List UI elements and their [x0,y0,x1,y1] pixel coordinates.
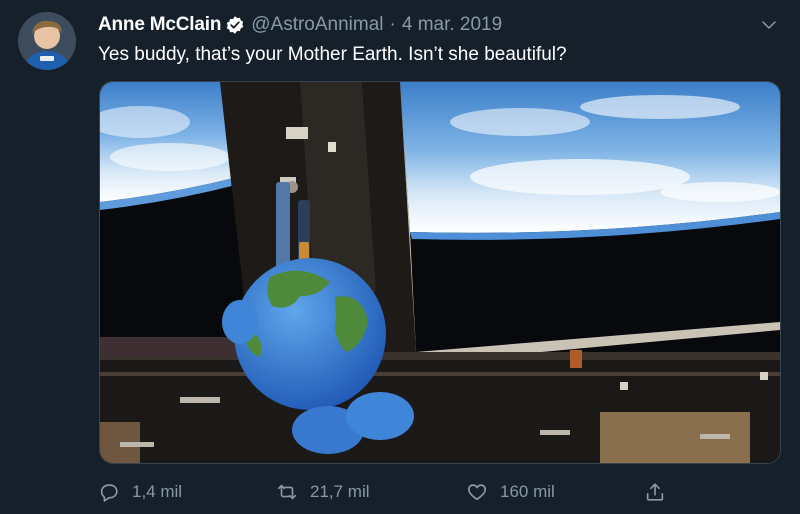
author-name[interactable]: Anne McClain [98,14,221,36]
retweet-count: 21,7 mil [310,482,370,501]
like-button[interactable]: 160 mil [466,478,555,506]
like-count: 160 mil [500,482,555,501]
avatar-image [18,12,76,70]
retweet-button[interactable]: 21,7 mil [276,478,370,506]
share-icon [646,483,664,501]
verified-badge-icon [225,15,245,35]
tweet-text: Yes buddy, that’s your Mother Earth. Isn… [98,44,567,65]
tweet-date[interactable]: 4 mar. 2019 [402,14,502,36]
tweet-card[interactable]: Anne McClain @AstroAnnimal · 4 mar. 2019… [0,0,800,514]
chevron-down-icon[interactable] [760,16,778,34]
avatar[interactable] [18,12,76,70]
tweet-actions: 1,4 mil 21,7 mil 160 mil [98,478,678,506]
reply-count: 1,4 mil [132,482,183,501]
heart-icon [467,484,487,501]
tweet-header: Anne McClain @AstroAnnimal · 4 mar. 2019 [98,13,502,37]
tweet-photo[interactable] [99,81,781,464]
share-button[interactable] [644,478,678,506]
photo-earth-plush-in-cupola [100,82,780,463]
header-separator: · [389,14,396,35]
reply-icon [100,484,118,502]
reply-button[interactable]: 1,4 mil [98,478,182,506]
retweet-icon [277,484,297,500]
author-handle[interactable]: @AstroAnnimal [251,14,383,36]
